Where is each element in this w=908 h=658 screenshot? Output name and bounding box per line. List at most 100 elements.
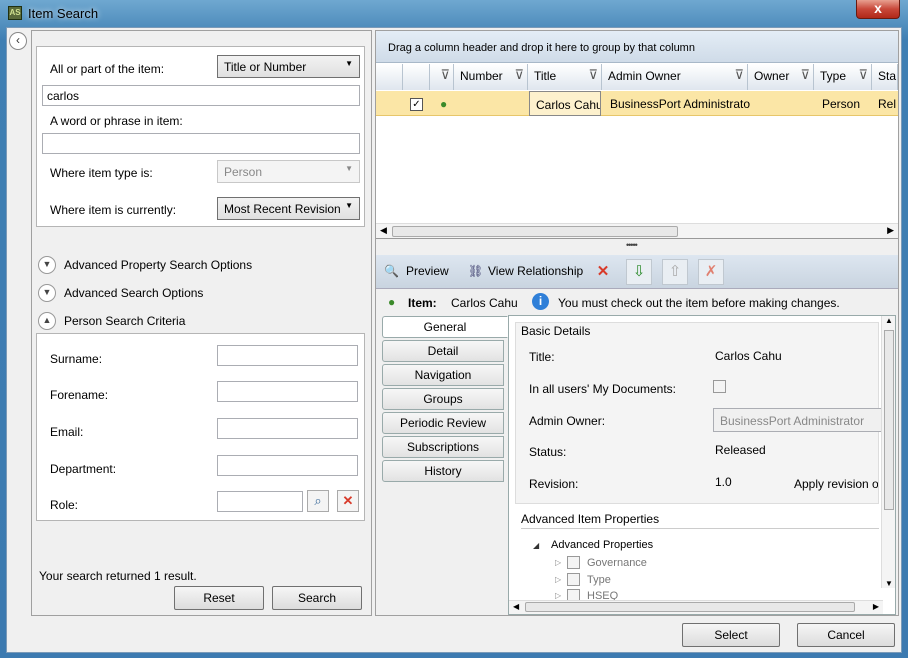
undo-checkout-icon[interactable]: ✗ [698, 259, 724, 285]
checkout-message: You must check out the item before makin… [558, 296, 840, 310]
revision-value: 1.0 [715, 475, 732, 489]
title-column-header[interactable]: Title ⊽ [528, 64, 602, 90]
person-criteria-section[interactable]: Person Search Criteria [64, 314, 185, 328]
email-input[interactable] [217, 418, 358, 439]
basic-search-box: All or part of the item: Title or Number… [36, 46, 365, 227]
current-revision-dropdown[interactable]: Most Recent Revision ▼ [217, 197, 360, 220]
expand-advanced-search-icon[interactable]: ▼ [38, 284, 56, 302]
scroll-thumb[interactable] [884, 330, 894, 510]
scroll-left-icon[interactable]: ◀ [380, 225, 387, 236]
item-info-bar: ● Item: Carlos Cahu i You must check out… [376, 289, 898, 315]
forename-input[interactable] [217, 381, 358, 402]
row-title[interactable]: Carlos Cahu [529, 91, 601, 116]
tab-periodic-review[interactable]: Periodic Review [382, 412, 504, 434]
cancel-button[interactable]: Cancel [797, 623, 895, 647]
filter-icon[interactable]: ⊽ [734, 67, 744, 83]
window-title: Item Search [28, 6, 99, 21]
status-column-header[interactable]: Sta [872, 64, 898, 90]
role-clear-button[interactable]: ✕ [337, 490, 359, 512]
tab-general[interactable]: General [382, 316, 508, 338]
word-search-input[interactable] [42, 133, 360, 154]
advanced-search-section[interactable]: Advanced Search Options [64, 286, 203, 300]
grid-horizontal-scrollbar[interactable]: ◀ ▶ [376, 223, 898, 238]
row-indicator-header [376, 64, 403, 90]
tab-navigation[interactable]: Navigation [382, 364, 504, 386]
scroll-down-icon[interactable]: ▼ [885, 579, 893, 588]
department-input[interactable] [217, 455, 358, 476]
tree-expanded-icon[interactable]: ◢ [533, 541, 539, 550]
my-documents-checkbox[interactable] [713, 380, 726, 393]
check-out-icon[interactable]: ⇧ [662, 259, 688, 285]
role-input[interactable] [217, 491, 303, 512]
type-checkbox[interactable] [567, 573, 580, 586]
number-header-label: Number [460, 69, 503, 83]
title-label: Title: [529, 350, 555, 364]
tab-groups[interactable]: Groups [382, 388, 504, 410]
tab-detail[interactable]: Detail [382, 340, 504, 362]
forename-label: Forename: [50, 388, 109, 402]
item-label: Item: [408, 296, 437, 310]
part-mode-dropdown[interactable]: Title or Number ▼ [217, 55, 360, 78]
filter-icon[interactable]: ⊽ [858, 67, 868, 83]
window-client: ‹ All or part of the item: Title or Numb… [6, 27, 902, 653]
type-header-label: Type [820, 69, 847, 83]
row-checkbox[interactable]: ✓ [406, 91, 427, 116]
search-button[interactable]: Search [272, 586, 362, 610]
governance-checkbox[interactable] [567, 556, 580, 569]
chevron-down-icon: ▼ [345, 164, 353, 173]
collapse-panel-icon[interactable]: ‹ [9, 32, 27, 50]
tab-subscriptions[interactable]: Subscriptions [382, 436, 504, 458]
row-status: Rel [878, 97, 897, 111]
part-mode-value: Title or Number [224, 60, 307, 74]
admin-owner-label: Admin Owner: [529, 414, 606, 428]
collapse-person-criteria-icon[interactable]: ▲ [38, 312, 56, 330]
tree-collapsed-icon[interactable]: ▷ [555, 591, 561, 600]
details-vertical-scrollbar[interactable]: ▲ ▼ [881, 316, 895, 588]
tree-collapsed-icon[interactable]: ▷ [555, 575, 561, 584]
close-button[interactable]: x [856, 0, 900, 19]
reset-button[interactable]: Reset [174, 586, 264, 610]
group-by-bar[interactable]: Drag a column header and drop it here to… [376, 31, 898, 63]
chevron-down-icon: ▼ [345, 201, 353, 210]
scroll-right-icon[interactable]: ▶ [887, 225, 894, 236]
owner-column-header[interactable]: Owner ⊽ [748, 64, 814, 90]
admin-owner-column-header[interactable]: Admin Owner ⊽ [602, 64, 748, 90]
status-label: Status: [529, 445, 567, 459]
filter-icon[interactable]: ⊽ [514, 67, 524, 83]
number-column-header[interactable]: Number ⊽ [454, 64, 528, 90]
tab-history[interactable]: History [382, 460, 504, 482]
tree-item-type[interactable]: Type [587, 574, 611, 586]
scroll-up-icon[interactable]: ▲ [885, 316, 893, 325]
expand-advanced-property-icon[interactable]: ▼ [38, 256, 56, 274]
surname-input[interactable] [217, 345, 358, 366]
title-header-label: Title [534, 69, 557, 83]
apply-revision-label[interactable]: Apply revision of [794, 477, 878, 491]
result-count: Your search returned 1 result. [39, 569, 197, 583]
filter-icon[interactable]: ⊽ [800, 67, 810, 83]
view-relationship-button[interactable]: View Relationship [488, 264, 583, 278]
filter-icon[interactable]: ⊽ [588, 67, 598, 83]
filter-icon[interactable]: ⊽ [440, 67, 450, 83]
select-button[interactable]: Select [682, 623, 780, 647]
tree-collapsed-icon[interactable]: ▷ [555, 558, 561, 567]
type-column-header[interactable]: Type ⊽ [814, 64, 872, 90]
surname-label: Surname: [50, 352, 103, 366]
scroll-right-icon[interactable]: ▶ [873, 602, 879, 611]
row-owner [748, 91, 814, 116]
tree-item-governance[interactable]: Governance [587, 557, 647, 569]
pane-splitter[interactable]: ••••• [626, 240, 638, 250]
role-browse-button[interactable]: ⌕ [307, 490, 329, 512]
advanced-properties-node[interactable]: Advanced Properties [551, 539, 653, 551]
admin-owner-field: BusinessPort Administrator [713, 408, 883, 432]
scroll-thumb[interactable] [525, 602, 855, 612]
icon-column-header[interactable]: ⊽ [430, 64, 454, 90]
scroll-left-icon[interactable]: ◀ [513, 602, 519, 611]
details-horizontal-scrollbar[interactable]: ◀ ▶ [509, 600, 883, 614]
check-in-icon[interactable]: ⇩ [626, 259, 652, 285]
delete-icon[interactable]: ✕ [590, 259, 616, 285]
item-search-input[interactable]: carlos [42, 85, 360, 106]
email-label: Email: [50, 425, 84, 439]
advanced-property-section[interactable]: Advanced Property Search Options [64, 258, 252, 272]
preview-button[interactable]: Preview [406, 264, 449, 278]
scroll-thumb[interactable] [392, 226, 678, 237]
